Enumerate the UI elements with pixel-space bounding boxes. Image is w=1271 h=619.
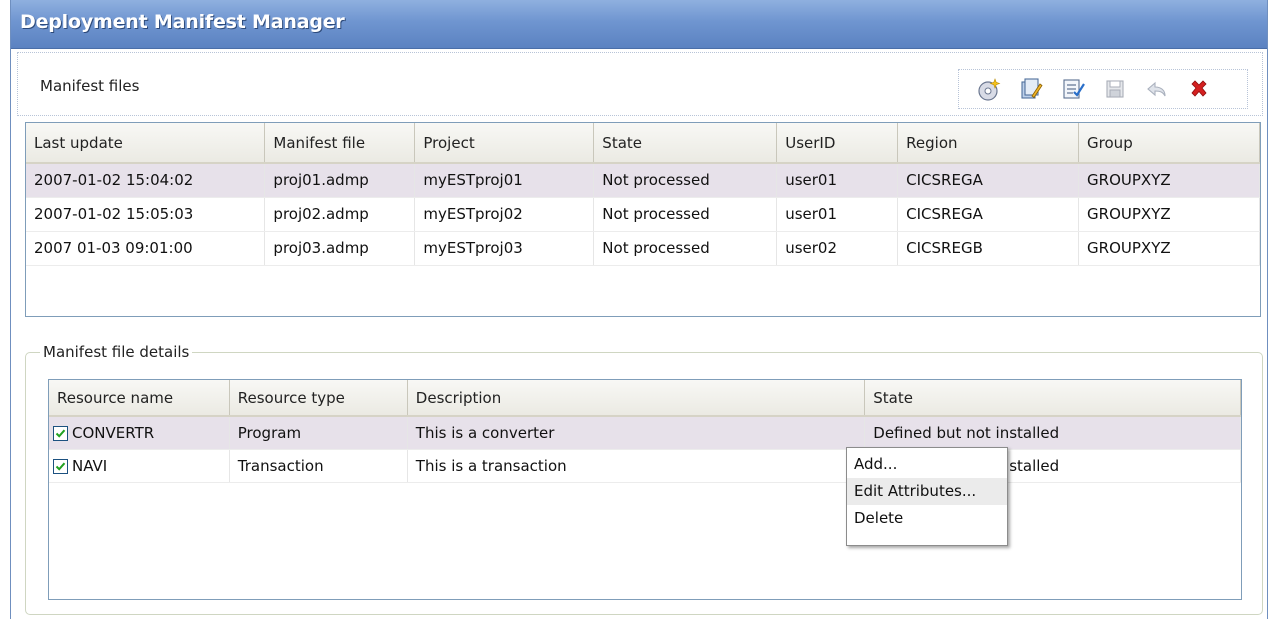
column-header-userid[interactable]: UserID: [776, 123, 899, 164]
toolbar-new-button[interactable]: [973, 73, 1005, 105]
table-cell: proj02.admp: [264, 197, 416, 232]
column-header-state[interactable]: State: [593, 123, 778, 164]
resource-name: CONVERTR: [72, 423, 155, 442]
column-header-manifest-file[interactable]: Manifest file: [264, 123, 416, 164]
column-header-group[interactable]: Group: [1078, 123, 1260, 164]
table-cell: GROUPXYZ: [1078, 231, 1260, 266]
table-cell: myESTproj03: [414, 231, 595, 266]
table-cell: proj03.admp: [264, 231, 416, 266]
table-cell: myESTproj01: [414, 163, 595, 198]
table-row[interactable]: 2007-01-02 15:05:03 proj02.admp myESTpro…: [26, 197, 1260, 232]
manifest-files-grid: Last update Manifest file Project State …: [26, 123, 1260, 266]
table-cell: proj01.admp: [264, 163, 416, 198]
toolbar-edit-button[interactable]: [1057, 73, 1089, 105]
table-cell: NAVI: [49, 449, 230, 483]
table-cell: CONVERTR: [49, 416, 230, 450]
table-cell: 2007-01-02 15:05:03: [26, 197, 266, 232]
manifest-files-header: Manifest files: [17, 52, 1263, 116]
table-row[interactable]: NAVI Transaction This is a transaction D…: [49, 449, 1241, 483]
column-header-resource-state[interactable]: State: [864, 380, 1241, 417]
context-menu-edit-attributes[interactable]: Edit Attributes...: [847, 478, 1007, 505]
table-cell: GROUPXYZ: [1078, 163, 1260, 198]
context-menu-delete[interactable]: Delete: [847, 505, 1007, 532]
table-row[interactable]: 2007 01-03 09:01:00 proj03.admp myESTpro…: [26, 231, 1260, 266]
checkmark-icon: [55, 462, 66, 471]
table-cell: Defined but not installed: [864, 416, 1241, 450]
window-title: Deployment Manifest Manager: [20, 11, 345, 33]
table-row[interactable]: 2007-01-02 15:04:02 proj01.admp myESTpro…: [26, 163, 1260, 198]
context-menu: Add... Edit Attributes... Delete: [846, 447, 1008, 546]
manifest-details-group: Manifest file details Resource name Reso…: [25, 343, 1263, 615]
table-cell: This is a converter: [407, 416, 866, 450]
column-header-region[interactable]: Region: [897, 123, 1080, 164]
table-cell: This is a transaction: [407, 449, 866, 483]
table-cell: Not processed: [593, 231, 778, 266]
manifest-files-table: Last update Manifest file Project State …: [25, 122, 1261, 317]
resources-table: Resource name Resource type Description …: [48, 379, 1242, 600]
table-cell: user01: [776, 163, 899, 198]
open-manifest-icon: [1021, 78, 1043, 99]
save-icon: [1106, 80, 1124, 98]
delete-icon: [1191, 80, 1207, 97]
column-header-project[interactable]: Project: [414, 123, 595, 164]
undo-icon: [1147, 81, 1166, 97]
column-header-resource-name[interactable]: Resource name: [49, 380, 230, 417]
table-cell: user02: [776, 231, 899, 266]
table-cell: GROUPXYZ: [1078, 197, 1260, 232]
resource-name: NAVI: [72, 456, 108, 475]
new-manifest-icon: [978, 78, 1001, 101]
toolbar-delete-button[interactable]: [1183, 73, 1215, 105]
table-cell: myESTproj02: [414, 197, 595, 232]
toolbar-save-button[interactable]: [1099, 73, 1131, 105]
table-cell: Program: [229, 416, 408, 450]
toolbar-open-button[interactable]: [1015, 73, 1047, 105]
table-row[interactable]: CONVERTR Program This is a converter Def…: [49, 416, 1241, 450]
edit-manifest-icon: [1063, 79, 1085, 99]
toolbar-undo-button[interactable]: [1141, 73, 1173, 105]
resource-checkbox[interactable]: [53, 425, 68, 441]
column-header-resource-type[interactable]: Resource type: [229, 380, 408, 417]
resource-checkbox[interactable]: [53, 458, 68, 474]
context-menu-add[interactable]: Add...: [847, 451, 1007, 478]
manifest-files-label: Manifest files: [40, 77, 140, 95]
table-cell: Not processed: [593, 197, 778, 232]
table-cell: 2007 01-03 09:01:00: [26, 231, 266, 266]
toolbar: [958, 69, 1248, 109]
main-window: Deployment Manifest Manager Manifest fil…: [10, 0, 1268, 619]
title-bar: Deployment Manifest Manager: [11, 0, 1267, 49]
table-cell: 2007-01-02 15:04:02: [26, 163, 266, 198]
column-header-last-update[interactable]: Last update: [26, 123, 266, 164]
resources-grid: Resource name Resource type Description …: [49, 380, 1241, 483]
manifest-details-label: Manifest file details: [40, 343, 193, 361]
column-header-description[interactable]: Description: [407, 380, 866, 417]
table-cell: user01: [776, 197, 899, 232]
table-cell: CICSREGA: [897, 197, 1080, 232]
checkmark-icon: [55, 429, 66, 438]
table-cell: CICSREGA: [897, 163, 1080, 198]
table-cell: Not processed: [593, 163, 778, 198]
table-cell: CICSREGB: [897, 231, 1080, 266]
table-cell: Transaction: [229, 449, 408, 483]
